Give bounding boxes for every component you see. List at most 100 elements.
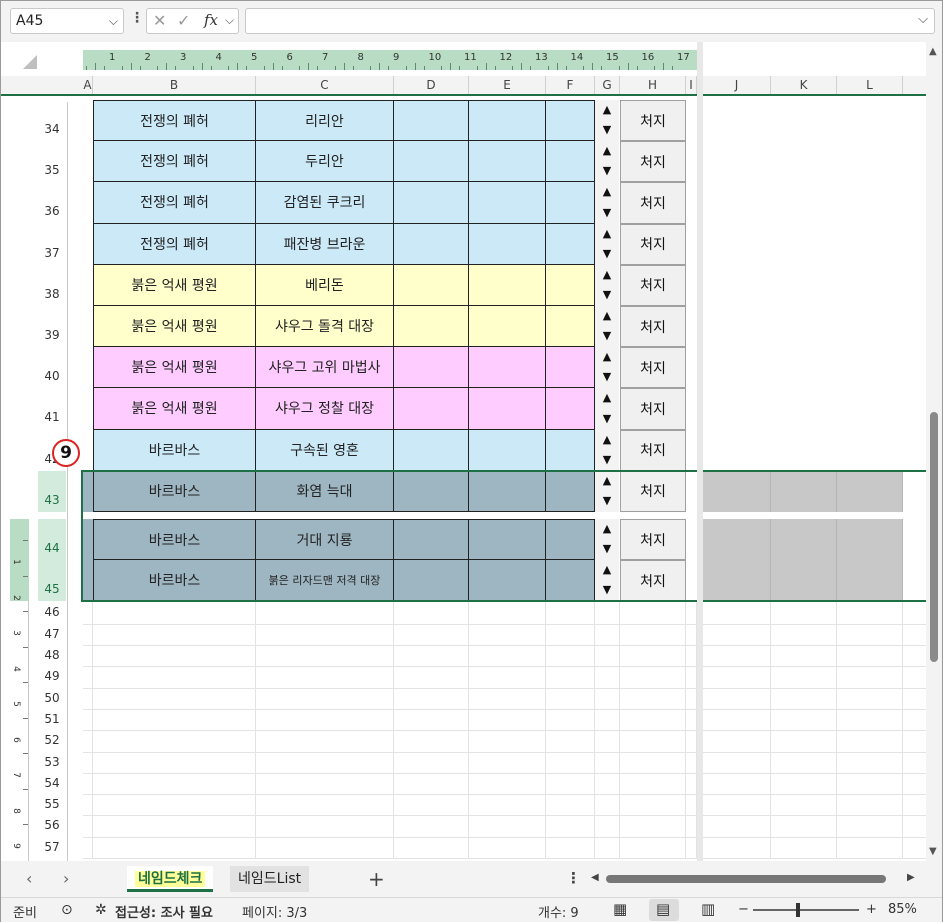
cell-b41[interactable]: 붉은 억새 평원 [93,388,256,430]
spin-button[interactable]: ▲ ▼ [595,141,619,183]
column-header-a[interactable]: A [83,76,93,94]
defeat-button[interactable]: 처지 [620,100,686,142]
scroll-up-arrow-icon[interactable]: ▲ [929,46,937,57]
zoom-level[interactable]: 85% [888,902,917,917]
column-header-c[interactable]: C [256,76,394,94]
cell-a44[interactable] [83,519,93,561]
cell-l44[interactable] [837,519,903,561]
cell-d39[interactable] [394,306,469,348]
chevron-left-icon[interactable]: ‹ [26,869,32,888]
spin-down-icon[interactable]: ▼ [599,124,615,136]
row-header[interactable]: 37 [38,224,66,265]
column-header-f[interactable]: F [546,76,595,94]
spin-up-icon[interactable]: ▲ [599,310,615,322]
cell-b45[interactable]: 바르바스 [93,560,256,602]
cell-d44[interactable] [394,519,469,561]
defeat-button[interactable]: 처지 [620,223,686,265]
cell-k44[interactable] [771,519,837,561]
horizontal-scrollbar[interactable]: ◀ ▶ [591,872,921,886]
spin-up-icon[interactable]: ▲ [599,145,615,157]
zoom-slider[interactable] [753,909,859,911]
cell-j44[interactable] [703,519,771,561]
column-header-e[interactable]: E [469,76,546,94]
cell-e36[interactable] [469,182,546,224]
cell-c35[interactable]: 두리안 [256,141,394,183]
cell-b36[interactable]: 전쟁의 폐허 [93,182,256,224]
column-header-d[interactable]: D [394,76,469,94]
cell-f34[interactable] [546,100,595,142]
cell-f44[interactable] [546,519,595,561]
row-header[interactable]: 39 [38,306,66,347]
cell-e37[interactable] [469,223,546,265]
chevron-right-icon[interactable]: › [63,869,69,888]
row-header[interactable]: 55 [38,794,66,815]
column-header-k[interactable]: K [771,76,837,94]
row-header[interactable]: 47 [38,624,66,645]
column-header-h[interactable]: H [620,76,686,94]
spin-button[interactable]: ▲ ▼ [595,264,619,306]
cell-f45[interactable] [546,560,595,602]
row-header[interactable]: 50 [38,688,66,709]
insert-function-button[interactable]: fx [204,11,218,29]
macro-record-icon[interactable]: ⊙ [61,902,73,918]
cell-d34[interactable] [394,100,469,142]
defeat-button[interactable]: 처지 [620,347,686,389]
scroll-right-arrow-icon[interactable]: ▶ [907,872,915,883]
cell-c41[interactable]: 샤우그 정찰 대장 [256,388,394,430]
spin-button[interactable]: ▲ ▼ [595,519,619,561]
cell-f39[interactable] [546,306,595,348]
row-header[interactable]: 38 [38,265,66,306]
spin-button[interactable]: ▲ ▼ [595,223,619,265]
cell-e40[interactable] [469,347,546,389]
spin-down-icon[interactable]: ▼ [599,330,615,342]
cell-d41[interactable] [394,388,469,430]
spin-button[interactable]: ▲ ▼ [595,182,619,224]
row-header[interactable]: 54 [38,773,66,794]
row-header[interactable]: 34 [38,100,66,141]
cell-l45[interactable] [837,560,903,602]
defeat-button[interactable]: 처지 [620,470,686,512]
accessibility-status[interactable]: 접근성: 조사 필요 [115,902,213,921]
column-header-i[interactable]: I [686,76,697,94]
row-header[interactable]: 52 [38,730,66,751]
spin-down-icon[interactable]: ▼ [599,206,615,219]
accessibility-icon[interactable]: ✲ [95,902,107,918]
cell-e42[interactable] [469,429,546,471]
row-header[interactable]: 43 [38,470,66,512]
cell-f38[interactable] [546,264,595,306]
spin-button[interactable]: ▲ ▼ [595,470,619,512]
cell-e38[interactable] [469,264,546,306]
column-header-l[interactable]: L [837,76,903,94]
cell-d36[interactable] [394,182,469,224]
cell-f40[interactable] [546,347,595,389]
cell-d37[interactable] [394,223,469,265]
cell-e43[interactable] [469,470,546,512]
cell-k45[interactable] [771,560,837,602]
cell-e39[interactable] [469,306,546,348]
cell-d45[interactable] [394,560,469,602]
sheet-tab-active[interactable]: 네임드체크 [127,866,214,892]
vertical-scrollbar[interactable]: ▲ ▼ [926,42,942,861]
cell-b43[interactable]: 바르바스 [93,470,256,512]
row-header[interactable]: 48 [38,645,66,666]
cell-j43[interactable] [703,470,771,512]
spin-down-icon[interactable]: ▼ [599,165,615,177]
cell-l43[interactable] [837,470,903,512]
column-header-j[interactable]: J [703,76,771,94]
vertical-scroll-thumb[interactable] [930,412,938,662]
cell-e41[interactable] [469,388,546,430]
spin-button[interactable]: ▲ ▼ [595,347,619,389]
worksheet[interactable]: 1 2 3 4 5 6 7 8 9 10 11 12 13 14 15 16 17 ABCDEFGHIJKL 1… [1,42,926,861]
cell-f42[interactable] [546,429,595,471]
cell-e35[interactable] [469,141,546,183]
row-header[interactable]: 41 [38,388,66,429]
spin-button[interactable]: ▲ ▼ [595,388,619,430]
cell-d43[interactable] [394,470,469,512]
add-sheet-button[interactable]: + [368,867,385,891]
cell-f35[interactable] [546,141,595,183]
cell-c42[interactable]: 구속된 영혼 [256,429,394,471]
spin-down-icon[interactable]: ▼ [599,288,615,301]
select-all-button[interactable] [23,55,37,69]
spin-button[interactable]: ▲ ▼ [595,560,619,602]
spin-down-icon[interactable]: ▼ [599,584,615,596]
